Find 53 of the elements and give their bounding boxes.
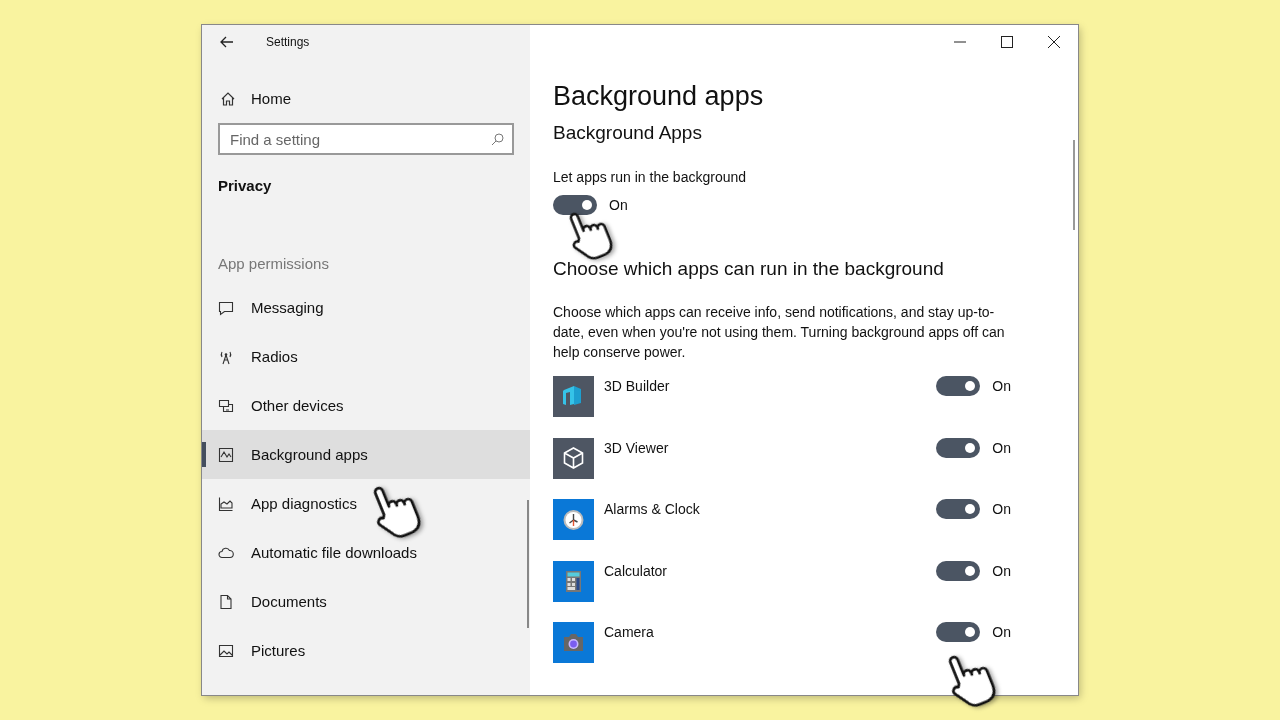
close-icon[interactable] [1048, 36, 1060, 48]
toggle-switch[interactable] [936, 622, 981, 642]
cube-icon [553, 437, 594, 479]
sidebar-item[interactable]: Other devices [202, 381, 530, 430]
toggle-state: On [992, 501, 1011, 517]
toggle-state: On [992, 624, 1011, 640]
sidebar-item[interactable]: Background apps [202, 430, 530, 479]
page-title: Background apps [553, 81, 764, 112]
group-label: App permissions [218, 255, 329, 272]
description-text: Choose which apps can receive info, send notifications, and stay up-to-date, even when you're not using them. Turning background apps off can help conserve power. [553, 303, 1006, 362]
back-arrow-icon[interactable] [220, 36, 234, 48]
toggle-switch[interactable] [936, 499, 981, 519]
app-name: Camera [604, 624, 655, 640]
message-icon [218, 299, 234, 316]
sidebar-item[interactable]: Automatic file downloads [202, 528, 530, 577]
sidebar-item[interactable]: Messaging [202, 283, 530, 332]
window-title: Settings [266, 35, 310, 49]
clock-icon [553, 499, 594, 540]
toggle-state: On [992, 439, 1011, 456]
camera-icon [553, 622, 594, 663]
document-icon [218, 593, 234, 610]
home-link[interactable]: Home [220, 90, 291, 107]
sidebar-item[interactable]: Radios [202, 332, 530, 381]
scrollbar[interactable] [1073, 140, 1075, 230]
toggle-state: On [992, 562, 1011, 579]
toggle-switch[interactable] [553, 195, 597, 215]
toggle-switch[interactable] [936, 560, 981, 581]
devices-icon [218, 397, 234, 414]
image-icon [218, 642, 234, 659]
section-heading: Choose which apps can run in the background [553, 258, 944, 280]
app-name: Calculator [604, 562, 669, 579]
scrollbar[interactable] [527, 500, 529, 628]
home-icon [220, 90, 236, 107]
app-name: 3D Builder [604, 378, 671, 394]
toggle-switch[interactable] [936, 437, 981, 458]
setting-label: Let apps run in the background [553, 169, 747, 185]
sidebar-item[interactable]: App diagnostics [202, 479, 530, 528]
builder-icon [553, 376, 594, 417]
toggle-state: On [992, 378, 1011, 394]
chart-icon [218, 446, 234, 463]
calculator-icon [553, 560, 594, 602]
toggle-state: On [609, 197, 628, 213]
app-name: 3D Viewer [604, 439, 670, 456]
search-icon [491, 133, 504, 146]
section-heading: Background Apps [553, 122, 702, 144]
section-title: Privacy [218, 177, 272, 194]
app-name: Alarms & Clock [604, 501, 701, 517]
search-field[interactable]: Find a setting [218, 123, 514, 155]
area-chart-icon [218, 495, 234, 512]
maximize-icon[interactable] [1001, 36, 1013, 48]
sidebar-item[interactable]: Documents [202, 577, 530, 626]
toggle-switch[interactable] [936, 376, 981, 396]
sidebar-item[interactable]: Pictures [202, 626, 530, 675]
